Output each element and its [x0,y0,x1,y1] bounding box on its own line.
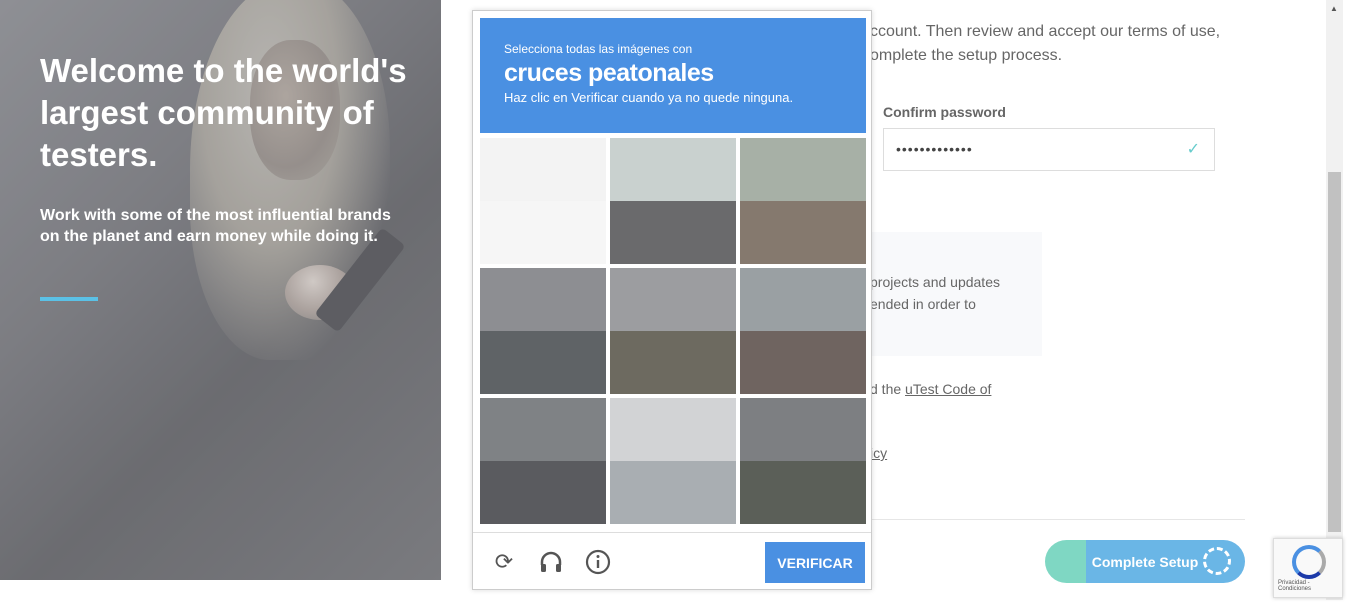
info-line2: ended in order to [870,296,976,312]
recaptcha-logo-icon [1292,545,1326,579]
complete-setup-label: Complete Setup [1091,553,1199,570]
form-intro-line2: omplete the setup process. [870,47,1063,64]
info-line1: projects and updates [870,274,1000,290]
confirm-password-value: ••••••••••••• [896,141,973,157]
confirm-password-field[interactable]: ••••••••••••• ✓ [883,128,1215,171]
hero-panel: Welcome to the world's largest community… [0,0,441,580]
captcha-instruction-top: Selecciona todas las imágenes con [504,42,693,56]
tile-ground [740,461,866,524]
captcha-tile[interactable] [610,138,736,264]
info-box: projects and updates ended in order to [850,232,1042,356]
hero-accent-line [40,297,98,301]
tile-ground [610,201,736,264]
tile-sky [610,268,736,331]
page-scrollbar[interactable]: ▲ ▼ [1326,0,1343,600]
tile-ground [610,331,736,394]
hero-subtitle: Work with some of the most influential b… [40,207,391,245]
info-icon[interactable] [585,549,611,575]
captcha-header: Selecciona todas las imágenes con cruces… [480,18,866,133]
tile-ground [480,461,606,524]
captcha-tile[interactable] [480,138,606,264]
captcha-tile[interactable] [610,398,736,524]
captcha-tile[interactable] [740,268,866,394]
terms-text: d the uTest Code of [870,377,991,401]
captcha-image-grid [480,138,867,525]
tile-ground [610,461,736,524]
terms-prefix: d the [870,381,906,397]
privacy-policy-link[interactable]: icy [870,445,887,461]
tile-ground [740,201,866,264]
captcha-instruction-bottom: Haz clic en Verificar cuando ya no quede… [504,90,794,105]
captcha-tile[interactable] [480,268,606,394]
captcha-target: cruces peatonales [504,59,714,87]
form-intro-line1: ccount. Then review and accept our terms… [870,23,1221,40]
recaptcha-badge-text: Privacidad - Condiciones [1278,580,1312,592]
captcha-footer: ⟳ VERIFICAR [473,532,871,589]
privacy-policy-text: icy [870,441,887,465]
tile-sky [610,398,736,461]
captcha-tile[interactable] [480,398,606,524]
hero-title: Welcome to the world's largest community… [40,52,407,173]
tile-sky [740,268,866,331]
captcha-challenge: Selecciona todas las imágenes con cruces… [472,10,872,590]
scrollbar-thumb[interactable] [1328,172,1341,532]
code-of-conduct-link[interactable]: uTest Code of [905,381,991,397]
headphones-icon[interactable] [538,549,564,575]
verify-button[interactable]: VERIFICAR [765,542,865,583]
tile-sky [740,138,866,201]
tile-sky [480,268,606,331]
tile-ground [740,331,866,394]
recaptcha-badge[interactable]: Privacidad - Condiciones [1273,538,1343,598]
captcha-tile[interactable] [610,268,736,394]
tile-ground [480,201,606,264]
form-divider [850,519,1245,520]
tile-ground [480,331,606,394]
confirm-password-label: Confirm password [883,104,1006,120]
check-icon: ✓ [1186,141,1200,158]
complete-setup-button[interactable]: Complete Setup [1045,540,1245,583]
scroll-up-icon[interactable]: ▲ [1330,4,1338,13]
spinner-icon [1203,547,1231,575]
captcha-tile[interactable] [740,138,866,264]
tile-sky [740,398,866,461]
tile-sky [610,138,736,201]
captcha-tile[interactable] [740,398,866,524]
reload-icon[interactable]: ⟳ [491,549,517,575]
tile-sky [480,398,606,461]
tile-sky [480,138,606,201]
